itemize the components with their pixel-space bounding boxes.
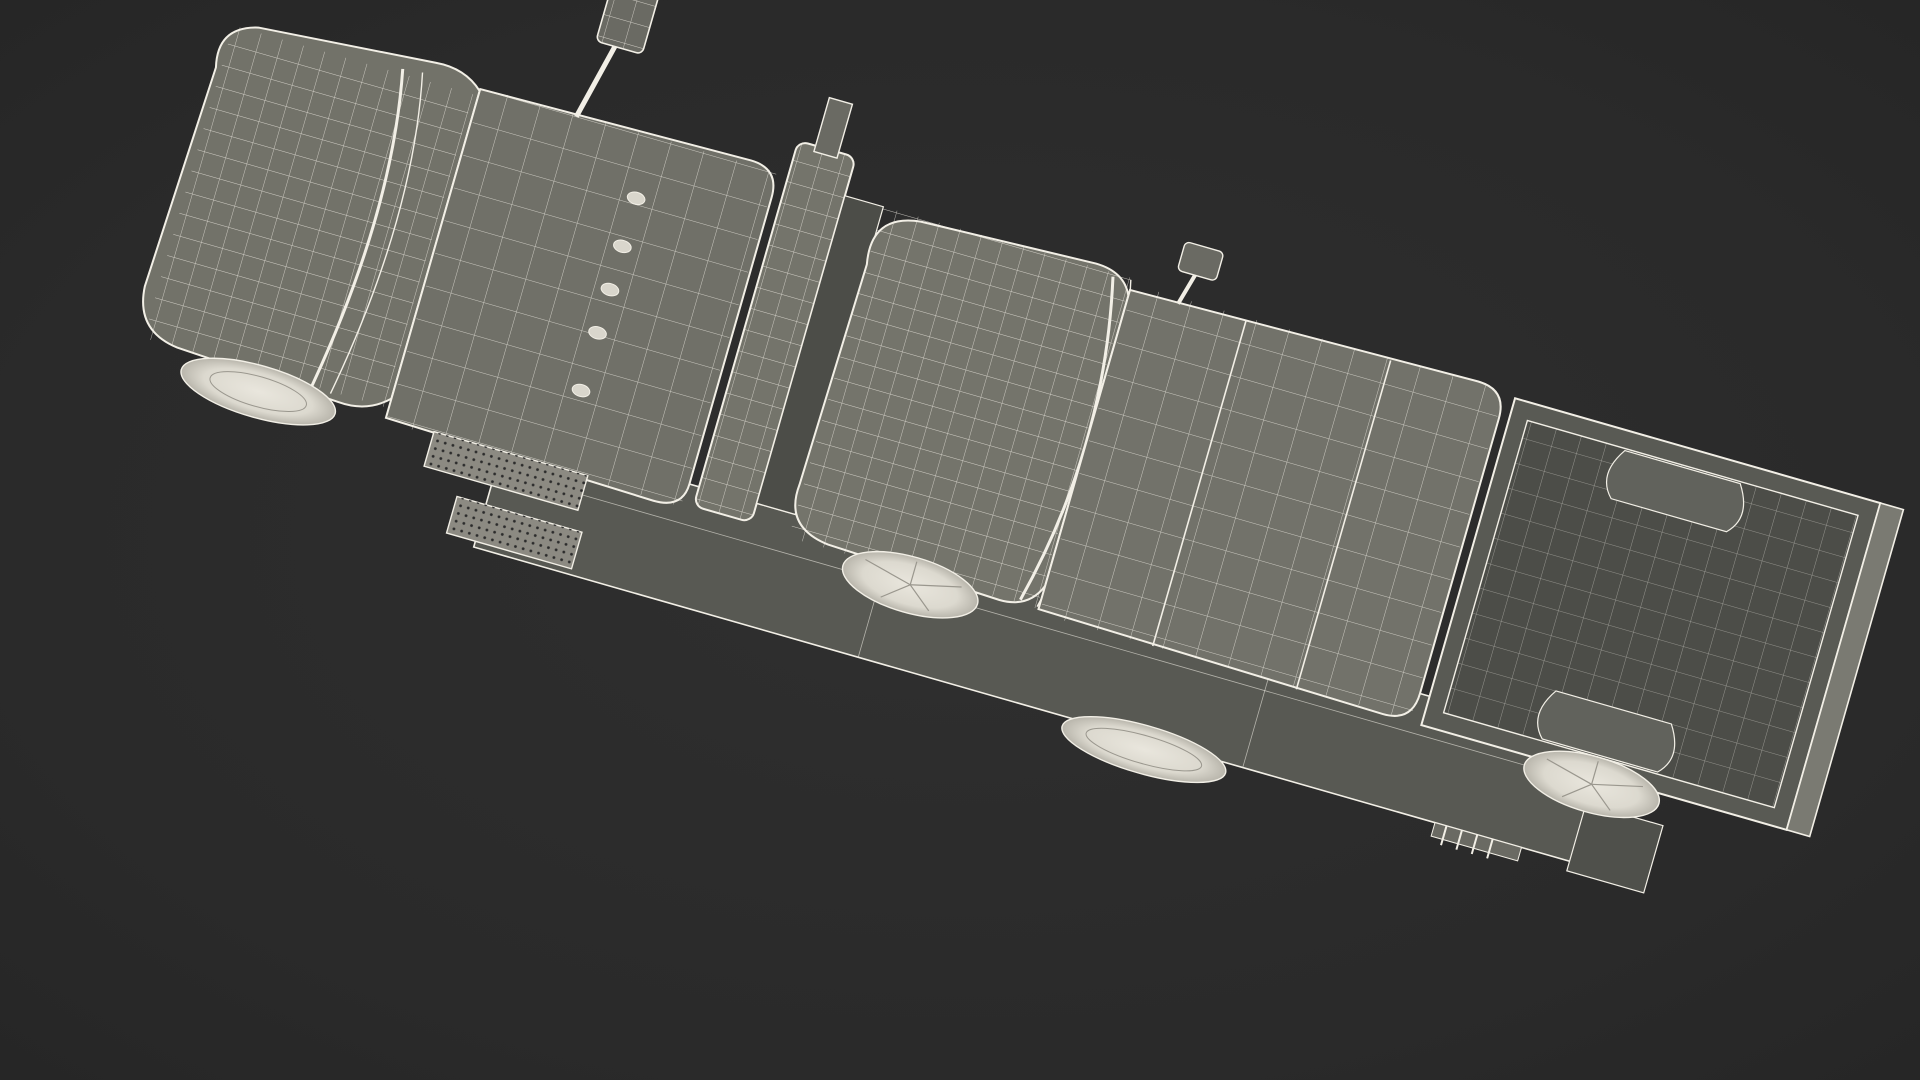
side-mirror — [574, 0, 659, 118]
wireframe-render — [142, 0, 1905, 894]
viewport — [0, 0, 1920, 1080]
tow-truck-model — [142, 0, 1905, 894]
